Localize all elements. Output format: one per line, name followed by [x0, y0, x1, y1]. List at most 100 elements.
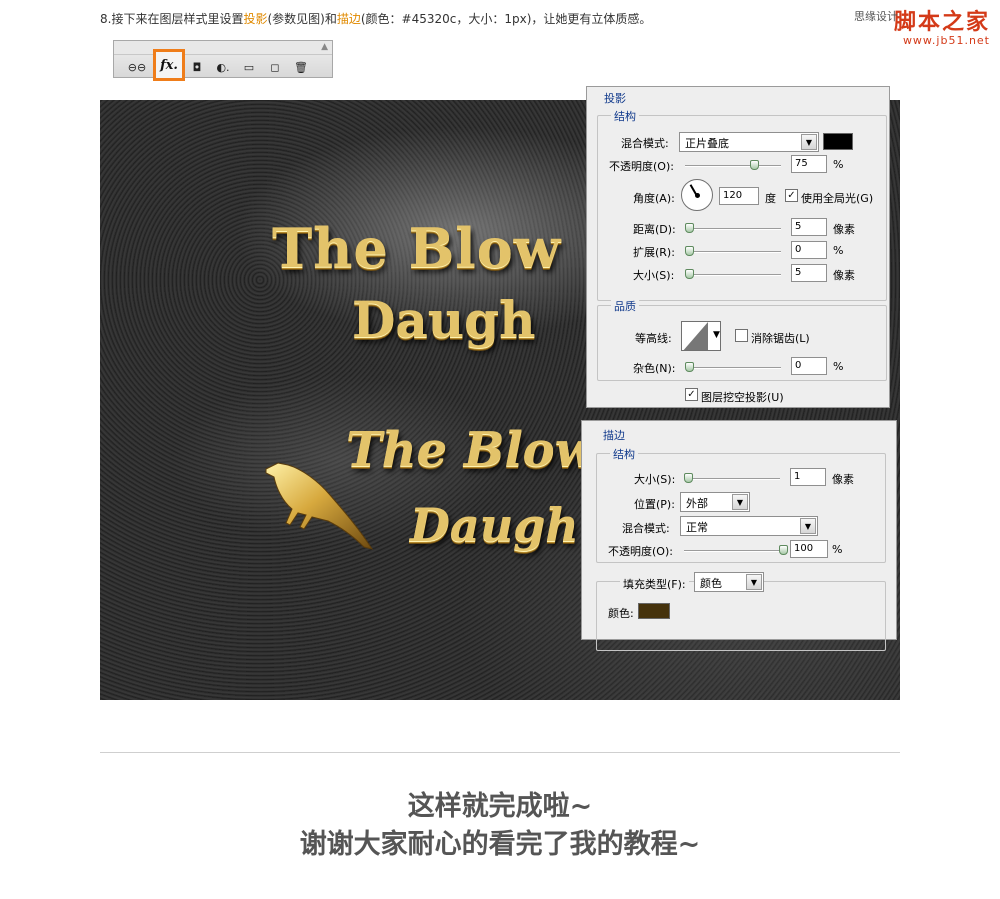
stroke-panel: 描边 结构 大小(S): 1 像素 位置(P): 外部 ▼ 混合模式: 正常 ▼… — [581, 420, 897, 651]
structure-title: 结构 — [611, 108, 639, 124]
angle-input[interactable]: 120 — [719, 187, 759, 205]
stroke-size-slider-thumb[interactable] — [684, 473, 693, 483]
stroke-blend-value: 正常 — [686, 521, 708, 534]
layers-panel-toolbar: ▲ ⊖⊖ fx. ◘ ◐. ▭ ◻ 🗑 — [113, 40, 333, 81]
chevron-down-icon: ▼ — [732, 494, 748, 510]
antialias-checkbox[interactable] — [735, 329, 748, 342]
stroke-opacity-input[interactable]: 100 — [790, 540, 828, 558]
chevron-down-icon: ▼ — [801, 134, 817, 150]
fx-icon[interactable]: fx. — [153, 49, 185, 81]
stroke-size-input[interactable]: 1 — [790, 468, 826, 486]
noise-slider-thumb[interactable] — [685, 362, 694, 372]
stroke-size-label: 大小(S): — [634, 473, 676, 486]
stroke-structure-title: 结构 — [610, 446, 638, 462]
stroke-position-label: 位置(P): — [634, 498, 675, 511]
opacity-label: 不透明度(O): — [609, 160, 674, 173]
closing-line1: 这样就完成啦~ — [407, 791, 593, 822]
artwork-title-line2: Daugh — [352, 290, 536, 349]
global-light-label: 使用全局光(G) — [801, 192, 874, 205]
stroke-size-slider[interactable] — [684, 473, 780, 483]
instruction-suffix: (颜色：#45320c，大小：1px)，让她更有立体质感。 — [360, 12, 652, 26]
blend-mode-label: 混合模式: — [621, 137, 669, 150]
knockout-checkbox[interactable]: ✓ — [685, 388, 698, 401]
noise-unit: % — [833, 360, 844, 373]
antialias-label: 消除锯齿(L) — [751, 332, 810, 345]
distance-unit: 像素 — [833, 223, 855, 236]
mask-icon[interactable]: ◘ — [188, 59, 206, 75]
size-slider-thumb[interactable] — [685, 269, 694, 279]
stroke-opacity-label: 不透明度(O): — [608, 545, 673, 558]
size-input[interactable]: 5 — [791, 264, 827, 282]
watermark-small-text: 思缘设计 — [854, 10, 898, 23]
drop-shadow-panel: 投影 结构 混合模式: 正片叠底 ▼ 不透明度(O): 75 % 角度(A): … — [586, 86, 890, 408]
adjustment-icon[interactable]: ◐. — [212, 59, 234, 75]
opacity-slider-thumb[interactable] — [750, 160, 759, 170]
closing-line2: 谢谢大家耐心的看完了我的教程~ — [299, 829, 701, 860]
distance-slider[interactable] — [685, 223, 781, 233]
distance-input[interactable]: 5 — [791, 218, 827, 236]
size-unit: 像素 — [833, 269, 855, 282]
stroke-link[interactable]: 描边 — [337, 12, 361, 26]
chevron-down-icon: ▼ — [746, 574, 762, 590]
stroke-title: 描边 — [600, 427, 628, 443]
drop-shadow-link[interactable]: 投影 — [243, 12, 267, 26]
stroke-color-swatch[interactable] — [638, 603, 670, 619]
stroke-color-label: 颜色: — [608, 607, 634, 620]
instruction-mid: (参数见图)和 — [267, 12, 337, 26]
gold-bird-icon — [265, 462, 374, 550]
stroke-opacity-slider-thumb[interactable] — [779, 545, 788, 555]
chevron-down-icon[interactable]: ▼ — [713, 330, 720, 340]
blend-mode-select[interactable]: 正片叠底 ▼ — [679, 132, 819, 152]
chevron-down-icon: ▼ — [800, 518, 816, 534]
angle-unit: 度 — [765, 192, 776, 205]
fill-type-select[interactable]: 颜色 ▼ — [694, 572, 764, 592]
stroke-blend-select[interactable]: 正常 ▼ — [680, 516, 818, 536]
blend-mode-value: 正片叠底 — [685, 137, 729, 150]
noise-input[interactable]: 0 — [791, 357, 827, 375]
stroke-opacity-unit: % — [832, 543, 843, 556]
angle-center-dot — [695, 193, 700, 198]
opacity-slider[interactable] — [685, 160, 781, 170]
opacity-unit: % — [833, 158, 844, 171]
size-slider[interactable] — [685, 269, 781, 279]
spread-input[interactable]: 0 — [791, 241, 827, 259]
stroke-opacity-slider[interactable] — [684, 545, 788, 555]
shadow-color-swatch[interactable] — [823, 133, 853, 150]
link-icon[interactable]: ⊖⊖ — [126, 59, 148, 75]
noise-slider[interactable] — [685, 362, 781, 372]
quality-title: 品质 — [611, 298, 639, 314]
section-divider — [100, 752, 900, 753]
angle-label: 角度(A): — [633, 192, 675, 205]
fill-type-value: 颜色 — [700, 577, 722, 590]
new-layer-icon[interactable]: ◻ — [266, 59, 284, 75]
opacity-input[interactable]: 75 — [791, 155, 827, 173]
global-light-checkbox[interactable]: ✓ — [785, 189, 798, 202]
knockout-label: 图层挖空投影(U) — [701, 391, 784, 404]
artwork-script-line2: Daugh — [410, 498, 579, 552]
instruction-text: 8.接下来在图层样式里设置投影(参数见图)和描边(颜色：#45320c，大小：1… — [100, 10, 651, 27]
noise-label: 杂色(N): — [633, 362, 676, 375]
stroke-size-unit: 像素 — [832, 473, 854, 486]
spread-label: 扩展(R): — [633, 246, 675, 259]
angle-dial[interactable] — [681, 179, 713, 211]
trash-icon[interactable]: 🗑 — [292, 59, 310, 75]
spread-slider[interactable] — [685, 246, 781, 256]
spread-unit: % — [833, 244, 844, 257]
distance-label: 距离(D): — [633, 223, 676, 236]
distance-slider-thumb[interactable] — [685, 223, 694, 233]
site-watermark: 思缘设计 脚本之家 www.jb51.net — [854, 4, 990, 47]
drop-shadow-title: 投影 — [601, 90, 629, 106]
fill-type-label: 填充类型(F): — [620, 576, 689, 592]
stroke-position-value: 外部 — [686, 497, 708, 510]
layers-panel-strip: ▲ — [114, 41, 332, 55]
artwork-title-line1: The Blow — [272, 216, 562, 280]
chevron-up-icon[interactable]: ▲ — [321, 42, 328, 52]
group-icon[interactable]: ▭ — [240, 59, 258, 75]
artwork-script-line1: The Blow — [346, 422, 597, 478]
contour-label: 等高线: — [635, 332, 672, 345]
stroke-blend-label: 混合模式: — [622, 522, 670, 535]
size-label: 大小(S): — [633, 269, 675, 282]
spread-slider-thumb[interactable] — [685, 246, 694, 256]
instruction-prefix: 8.接下来在图层样式里设置 — [100, 12, 244, 26]
stroke-position-select[interactable]: 外部 ▼ — [680, 492, 750, 512]
